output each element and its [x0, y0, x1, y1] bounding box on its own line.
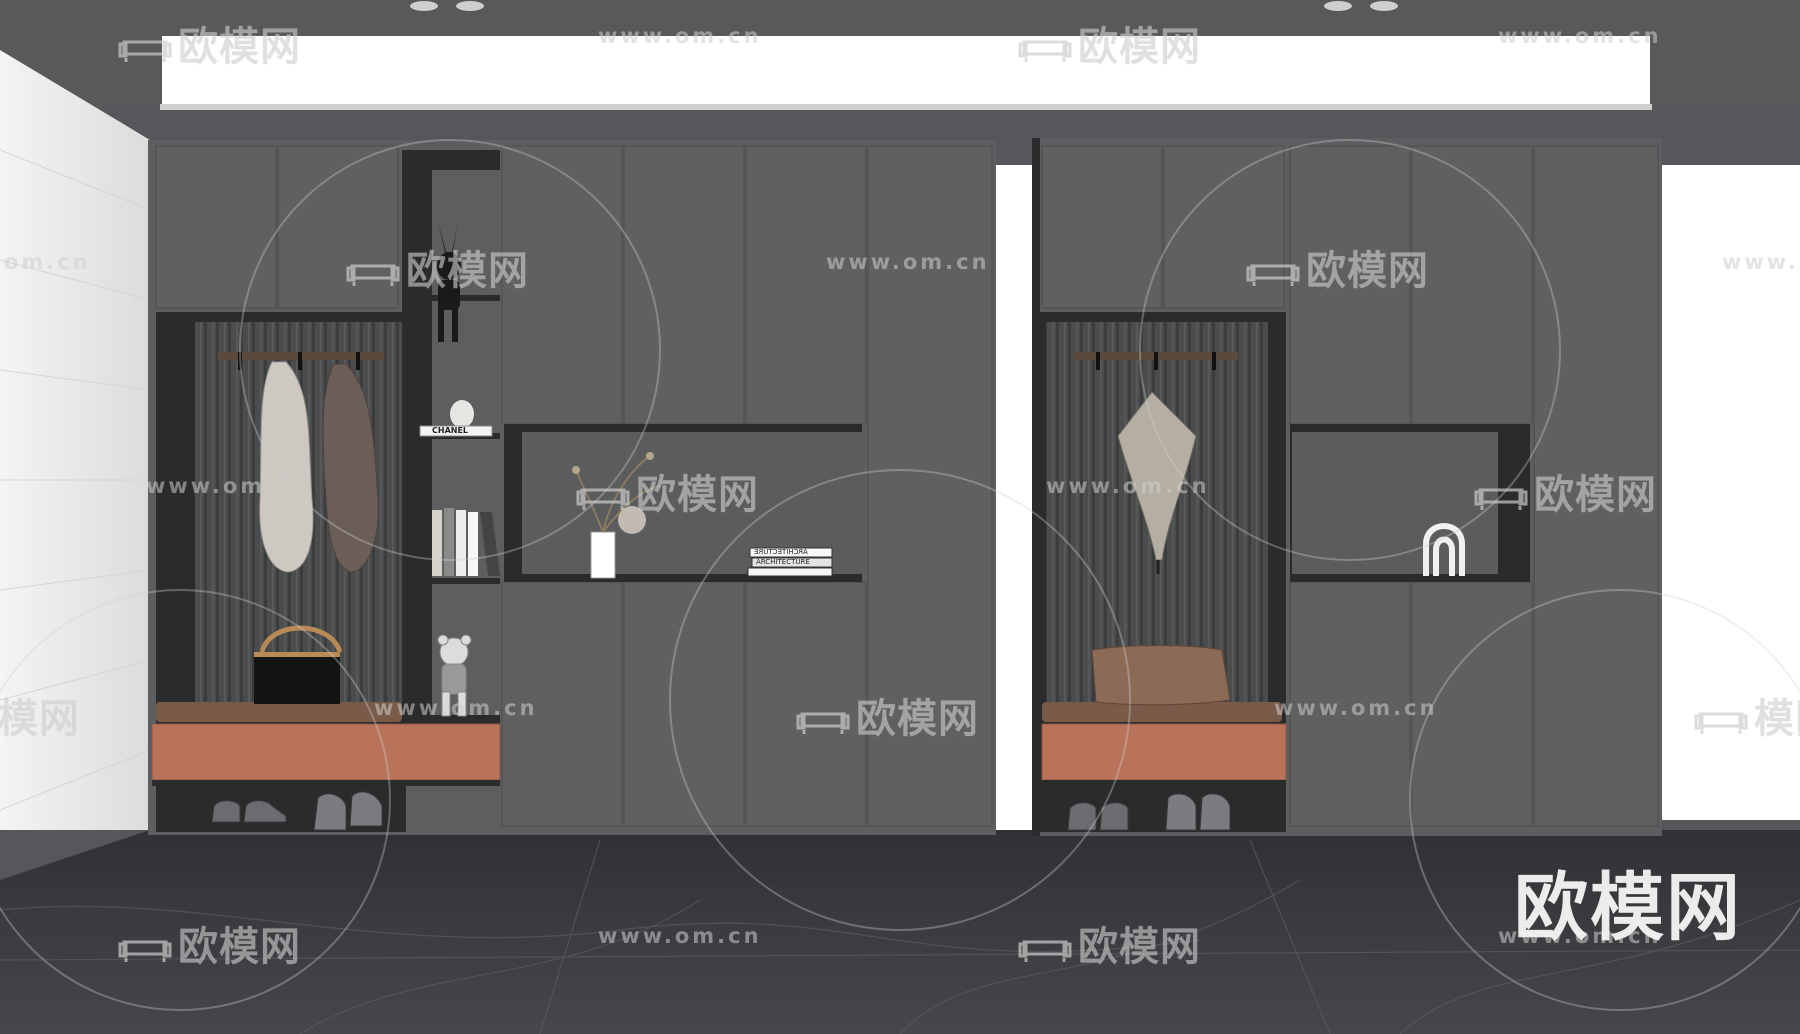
bench-cushion-left — [156, 702, 402, 722]
marble-floor — [0, 830, 1800, 1034]
coat-hooks-right — [1074, 352, 1238, 370]
rendered-scene: CHANEL ARCHITECTURE ARCHITECTURE 欧模网 欧模网… — [0, 0, 1800, 1034]
bench-drawer-left — [151, 723, 501, 781]
bench-drawer-right — [1041, 723, 1287, 781]
right-cabinet-unit — [1032, 138, 1662, 836]
right-wall-white — [1660, 165, 1800, 820]
small-vase — [450, 400, 474, 428]
left-side-wall — [0, 50, 150, 880]
pillow — [1091, 645, 1231, 706]
architecture-book-title-mirrored: ARCHITECTURE — [754, 548, 808, 556]
chanel-box-label: CHANEL — [432, 426, 469, 435]
ceiling-soffit — [162, 36, 1650, 104]
architecture-book-title: ARCHITECTURE — [756, 558, 810, 566]
entryway-cabinet-render — [0, 0, 1800, 1034]
